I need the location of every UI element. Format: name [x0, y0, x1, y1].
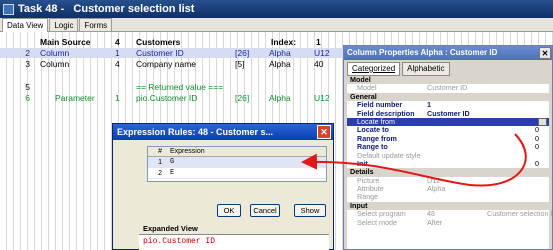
window-titlebar: Task 48 - Customer selection list [0, 0, 553, 18]
main-source-table: Customers [136, 37, 181, 47]
row-name: Customer ID [136, 48, 184, 58]
property-row[interactable]: Select mode After [347, 217, 549, 227]
row-number: 5 [25, 82, 30, 92]
cancel-button[interactable]: Cancel [250, 204, 280, 217]
close-icon[interactable]: ✕ [317, 125, 331, 139]
dialog-title: Expression Rules: 48 - Customer s... [117, 127, 274, 137]
property-value[interactable]: After [427, 218, 442, 227]
row-size: [26] [235, 48, 250, 58]
expression-grid-header: # Expression [148, 147, 326, 157]
view-tabs: Data View Logic Forms [0, 18, 553, 32]
column-properties-panel: Column Properties Alpha : Customer ID ✕ … [343, 45, 553, 250]
property-value-extra: Customer selection li [487, 209, 553, 219]
row-attribute: Alpha [269, 93, 291, 103]
expression-text[interactable]: G [170, 157, 174, 168]
zoom-expression-icon[interactable] [538, 117, 547, 126]
main-source-value: 4 [115, 37, 120, 47]
row-type: Parameter [55, 93, 95, 103]
row-picture: 40 [314, 59, 324, 69]
property-value[interactable]: Customer ID [427, 109, 470, 118]
ok-button[interactable]: OK [217, 204, 241, 217]
property-value[interactable]: Alpha [427, 184, 445, 193]
row-attribute: Alpha [269, 59, 291, 69]
main-source-label: Main Source [40, 37, 91, 47]
property-value[interactable]: Customer ID [427, 83, 467, 92]
expanded-view-label: Expanded View [143, 224, 198, 233]
row-picture: U12 [314, 48, 330, 58]
expanded-view-box: pio.Customer ID [139, 234, 329, 250]
tab-alphabetic[interactable]: Alphabetic [402, 62, 450, 76]
property-row[interactable]: Init 0 [347, 159, 549, 168]
tab-data-view[interactable]: Data View [2, 18, 49, 32]
task-icon [3, 3, 14, 15]
close-icon[interactable]: ✕ [539, 47, 551, 59]
row-value: 1 [115, 48, 120, 58]
window-title: Task 48 - Customer selection list [18, 3, 195, 15]
row-size: [5] [235, 59, 245, 69]
property-value[interactable]: 0 [535, 142, 539, 151]
expression-number: 2 [158, 170, 162, 177]
row-comment: == Returned value === [136, 82, 224, 92]
properties-list: Model Model Customer ID General Field number… [347, 75, 552, 249]
row-type: Column [40, 48, 70, 58]
row-number: 3 [25, 59, 30, 69]
properties-tabs: Categorized Alphabetic [344, 60, 552, 76]
property-value[interactable]: 0 [535, 159, 539, 168]
property-row[interactable]: Default update style [347, 151, 549, 160]
row-value: 4 [115, 59, 120, 69]
property-row[interactable]: Model Customer ID [347, 83, 549, 92]
index-label: Index: [271, 37, 297, 47]
expression-text[interactable]: E [170, 168, 174, 179]
row-number: 6 [25, 93, 30, 103]
property-key: Select mode [357, 217, 397, 227]
row-attribute: Alpha [269, 48, 291, 58]
expression-number: 1 [158, 159, 162, 166]
dialog-titlebar: Expression Rules: 48 - Customer s... ✕ [113, 124, 333, 140]
properties-title: Column Properties Alpha : Customer ID [347, 48, 498, 57]
tab-categorized[interactable]: Categorized [347, 62, 401, 76]
row-value: 1 [115, 93, 120, 103]
tab-logic[interactable]: Logic [49, 18, 79, 31]
index-value: 1 [316, 37, 321, 47]
expression-row[interactable]: 1 G [148, 157, 326, 168]
row-size: [26] [235, 93, 250, 103]
row-number: 2 [25, 48, 30, 58]
expression-rules-dialog: Expression Rules: 48 - Customer s... ✕ #… [112, 123, 334, 250]
row-name: Company name [136, 59, 197, 69]
show-button[interactable]: Show [294, 204, 326, 217]
column-number-header: # [158, 148, 162, 155]
column-expression-header: Expression [170, 148, 205, 155]
expression-row[interactable]: 2 E [148, 168, 326, 179]
expression-grid: # Expression 1 G 2 E [147, 146, 327, 182]
property-row[interactable]: Range [347, 193, 549, 202]
properties-titlebar: Column Properties Alpha : Customer ID ✕ [344, 46, 552, 60]
row-type: Column [40, 59, 70, 69]
tab-forms[interactable]: Forms [79, 18, 113, 31]
row-picture: U12 [314, 93, 330, 103]
row-name: pio.Customer ID [136, 93, 198, 103]
